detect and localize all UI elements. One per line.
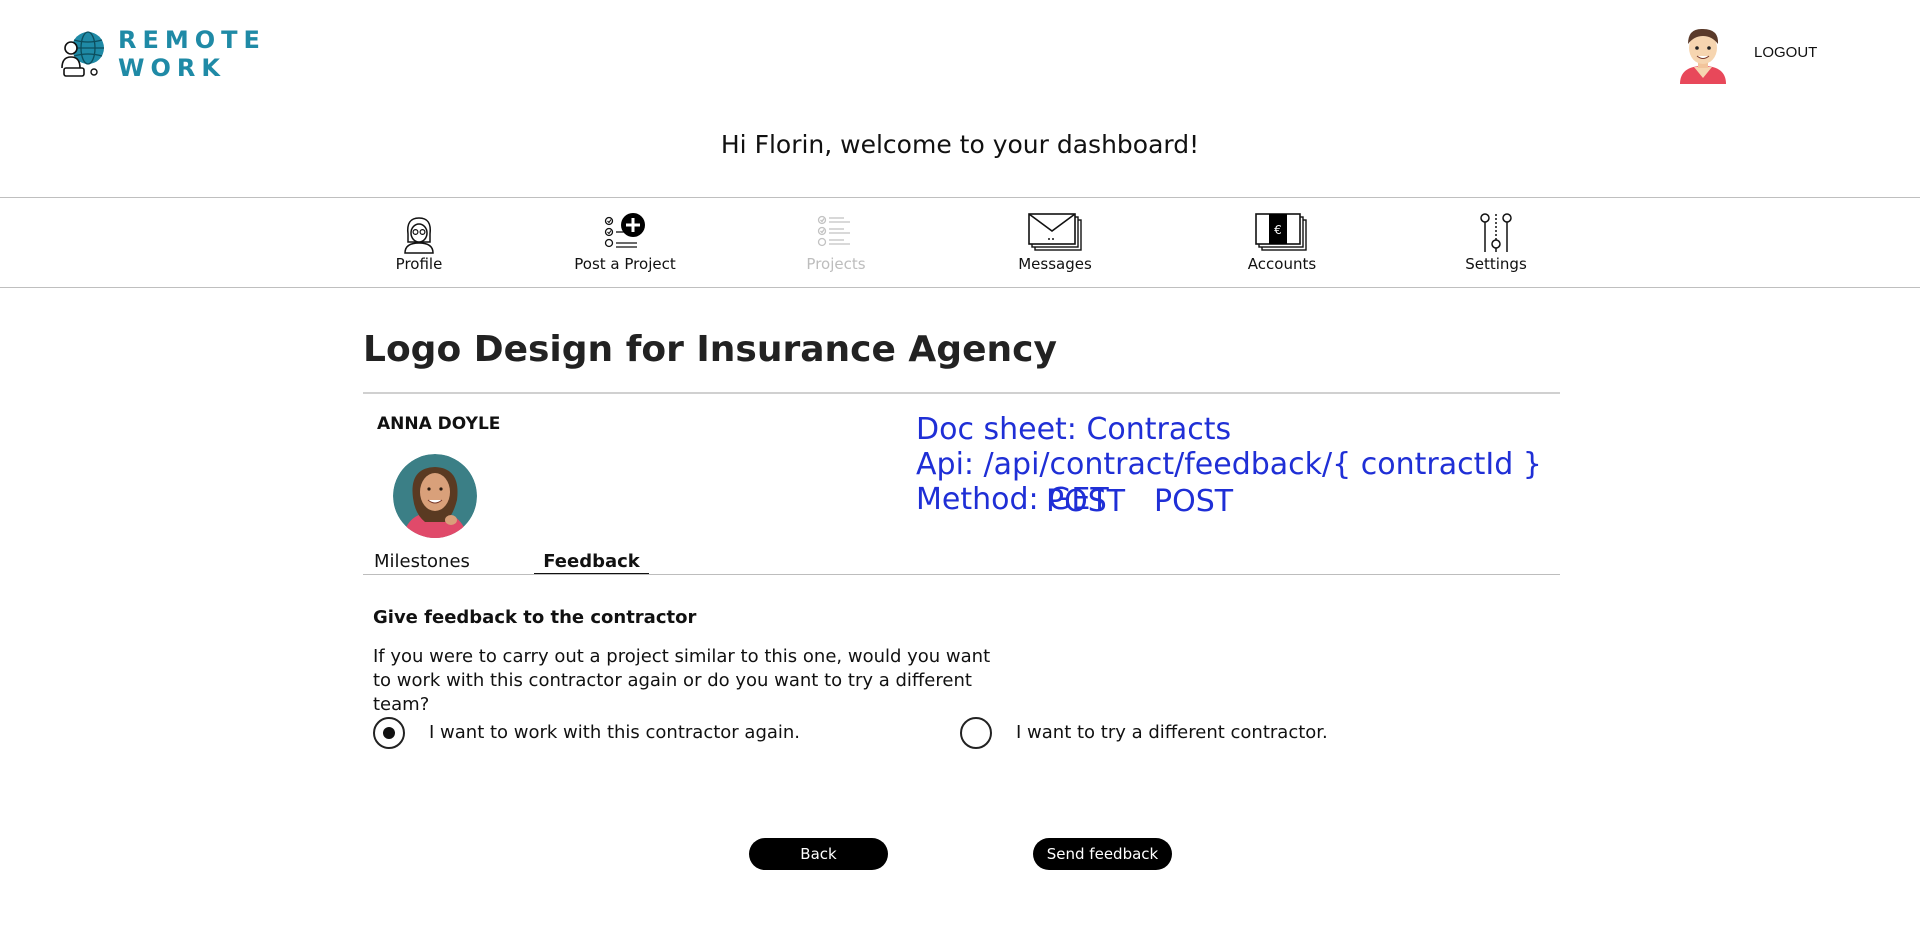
tab-milestones[interactable]: Milestones	[374, 551, 470, 572]
contractor-name: ANNA DOYLE	[377, 414, 501, 434]
sliders-icon	[1480, 213, 1512, 252]
svg-text:€: €	[1274, 223, 1282, 237]
radio-different-contractor-label[interactable]: I want to try a different contractor.	[1016, 722, 1328, 743]
money-icon: €	[1255, 213, 1307, 251]
radio-different-contractor[interactable]	[960, 717, 992, 749]
nav-profile[interactable]: Profile	[349, 212, 489, 273]
logo-line-2: WORK	[118, 54, 226, 82]
projects-list-icon	[817, 215, 850, 247]
welcome-message: Hi Florin, welcome to your dashboard!	[720, 130, 1200, 159]
feedback-section-title: Give feedback to the contractor	[373, 607, 697, 628]
doc-note-method-post: POST	[1154, 484, 1234, 519]
radio-work-again[interactable]	[373, 717, 405, 749]
doc-note-api: Api: /api/contract/feedback/{ contractId…	[916, 447, 1542, 482]
nav-label: Projects	[806, 255, 866, 273]
main-nav: Profile Post a Project Projects Messages…	[0, 197, 1920, 288]
project-title: Logo Design for Insurance Agency	[363, 329, 1057, 370]
radio-work-again-label[interactable]: I want to work with this contractor agai…	[429, 722, 800, 743]
back-button[interactable]: Back	[749, 838, 888, 870]
doc-note-sheet: Doc sheet: Contracts	[916, 412, 1232, 447]
radio-selected-dot	[383, 727, 395, 739]
post-project-icon	[604, 213, 645, 248]
doc-note: Doc sheet: Contracts Api: /api/contract/…	[916, 412, 1542, 519]
globe-worker-icon	[61, 31, 104, 77]
nav-post-project[interactable]: Post a Project	[555, 212, 695, 273]
nav-label: Profile	[395, 255, 443, 273]
tabs-divider	[363, 574, 1560, 575]
nav-label: Accounts	[1247, 255, 1317, 273]
logout-link[interactable]: LOGOUT	[1754, 44, 1817, 61]
doc-note-method-overlap: POST	[1046, 484, 1126, 519]
nav-label: Post a Project	[574, 255, 676, 273]
feedback-question: If you were to carry out a project simil…	[373, 645, 1013, 717]
send-feedback-button[interactable]: Send feedback	[1033, 838, 1172, 870]
feedback-question-line-2: to work with this contractor again or do…	[373, 670, 972, 715]
logo[interactable]: REMOTE WORK	[58, 26, 266, 82]
tab-feedback[interactable]: Feedback	[534, 551, 649, 575]
user-avatar[interactable]	[1676, 24, 1730, 84]
feedback-question-line-1: If you were to carry out a project simil…	[373, 646, 991, 667]
nav-projects[interactable]: Projects	[766, 212, 906, 273]
logo-line-1: REMOTE	[118, 26, 266, 54]
nav-label: Messages	[1018, 255, 1092, 273]
envelope-icon	[1028, 213, 1082, 251]
logo-text: REMOTE WORK	[118, 26, 266, 82]
nav-settings[interactable]: Settings	[1426, 212, 1566, 273]
profile-icon	[404, 217, 434, 254]
nav-accounts[interactable]: € Accounts	[1212, 212, 1352, 273]
title-divider	[363, 392, 1560, 394]
nav-label: Settings	[1465, 255, 1527, 273]
contractor-avatar	[393, 454, 477, 538]
nav-messages[interactable]: Messages	[985, 212, 1125, 273]
